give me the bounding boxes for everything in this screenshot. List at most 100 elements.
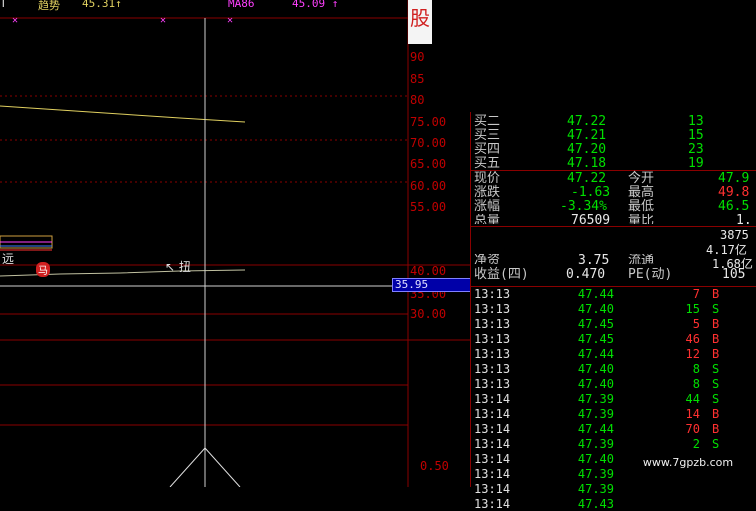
stat-value: 47.9 [718,171,750,186]
tick-time: 13:13 [474,377,511,391]
tick-direction: B [712,407,720,421]
cursor-price: 35.95 [395,278,429,291]
tick-time: 13:14 [474,482,511,496]
bid-volume: 13 [688,114,704,129]
tick-price: 47.40 [577,302,614,316]
y-axis-label: 30.00 [410,307,447,321]
ma-label: MA86 [228,0,255,10]
stat-value: 49.8 [718,185,750,200]
tick-volume: 2 [692,437,700,451]
y-axis-label: 90 [410,50,425,64]
tick-time: 13:14 [474,497,511,511]
ma-value: 45.09 ↑ [292,0,339,10]
y-axis-label: 80 [410,93,425,107]
tick-price: 47.43 [577,497,614,511]
eps-value: 0.470 [566,267,606,282]
tick-volume: 12 [685,347,700,361]
trend-label: 趋势 [38,0,60,12]
cursor-price-box: 35.95 [392,278,472,292]
svg-text:✕: ✕ [12,15,18,26]
y-axis-label: 55.00 [410,200,447,214]
eps-label: 收益(四) [474,267,529,282]
float-label: 流通 [628,254,655,264]
stat-label: 涨跌 [474,185,501,200]
grid-lines [0,0,470,487]
tick-price: 47.44 [577,347,614,361]
tick-time: 13:13 [474,332,511,346]
stat-label: 最低 [628,199,655,214]
quote-border [470,112,471,487]
tick-direction: S [712,392,720,406]
stat-value: 46.5 [718,199,750,214]
tick-price: 47.45 [577,332,614,346]
bid-label: 买四 [474,142,501,157]
ma-line [0,105,246,123]
tick-direction: B [712,422,720,436]
tick-direction: S [712,302,720,316]
tick-time: 13:14 [474,467,511,481]
bid-volume: 15 [688,128,704,143]
tick-time: 13:14 [474,407,511,421]
tick-direction: B [712,347,720,361]
trend-value: 45.31↑ [82,0,122,10]
tick-volume: 46 [685,332,700,346]
tick-time: 13:14 [474,437,511,451]
bid-row: 买三 [474,129,500,143]
tick-price: 47.40 [577,362,614,376]
stat-value: 1. [736,214,752,224]
tick-time: 13:14 [474,392,511,406]
tick-volume: 5 [692,317,700,331]
stat-value: -3.34% [560,199,607,214]
tick-direction: B [712,317,720,331]
tick-direction: S [712,437,720,451]
bid-label: 买五 [474,156,501,171]
stat-label: 总量 [474,214,501,224]
net-assets-label: 净资 [474,254,501,264]
quote-divider [470,170,756,171]
tick-direction: S [712,377,720,391]
tick-volume: 14 [685,407,700,421]
bid-row: 买四 [474,143,500,157]
y-axis-label: 70.00 [410,136,447,150]
indicator-block [0,235,53,251]
stat-label: 现价 [474,171,501,186]
tick-price: 47.44 [577,287,614,301]
tick-price: 47.44 [577,422,614,436]
watermark: www.7gpzb.com [632,453,744,473]
tick-volume: 70 [685,422,700,436]
tick-price: 47.39 [577,392,614,406]
logo-fragment: 股 [410,6,430,30]
y-axis-label: 75.00 [410,115,447,129]
tick-volume [660,498,700,511]
pe-value: 105 [722,267,746,282]
tick-time: 13:14 [474,422,511,436]
tick-price: 47.39 [577,437,614,451]
pe-label: PE(动) [628,267,673,282]
misc-value: 4.17亿 [706,243,747,257]
chart-area[interactable]: ✕ ✕ ✕ T 趋势 45.31↑ MA86 45.09 ↑ 股 90 85 8… [0,0,472,487]
bid-row: 买五 [474,157,500,171]
tick-price: 47.39 [577,407,614,421]
tick-direction: S [712,362,720,376]
stat-label: 涨幅 [474,199,501,214]
quote-divider [470,226,756,227]
y-axis-label: 85 [410,72,425,86]
tick-time: 13:13 [474,302,511,316]
bid-volume: 23 [688,142,704,157]
logo-badge: 股 [408,0,432,44]
tick-volume: 44 [685,392,700,406]
tick-price: 47.40 [577,452,614,466]
misc-value: 3875 [720,228,749,242]
tick-price: 47.39 [577,467,614,481]
bid-price: 47.20 [567,142,607,157]
tick-direction: B [712,332,720,346]
bid-price: 47.21 [567,128,607,143]
tick-time: 13:13 [474,362,511,376]
annotation-arrow: ↖ 扭 [165,260,191,274]
bid-price: 47.22 [567,114,607,129]
bid-row: 买二 [474,115,500,129]
y-axis-label: 40.00 [410,264,447,278]
tick-price: 47.45 [577,317,614,331]
bid-label: 买二 [474,114,501,129]
tick-time: 13:13 [474,287,511,301]
